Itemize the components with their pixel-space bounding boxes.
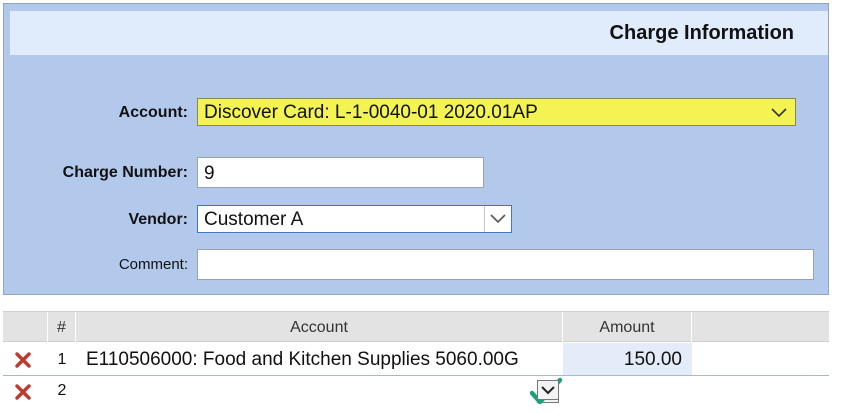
comment-label: Comment: xyxy=(118,256,188,273)
charge-number-input[interactable]: 9 xyxy=(197,157,484,188)
row-account-cell[interactable] xyxy=(76,377,563,410)
account-label: Account: xyxy=(118,104,188,121)
delete-row-button[interactable] xyxy=(3,377,48,410)
chevron-down-icon xyxy=(771,108,787,118)
table-row: 2 xyxy=(3,377,829,410)
account-select[interactable]: Discover Card: L-1-0040-01 2020.01AP xyxy=(197,98,796,126)
row-account-value: E110506000: Food and Kitchen Supplies 50… xyxy=(86,349,519,370)
row-number: 2 xyxy=(57,382,67,399)
header-amount: Amount xyxy=(563,312,692,343)
row-number: 1 xyxy=(57,351,67,368)
header-number: # xyxy=(48,312,76,343)
vendor-select[interactable]: Customer A xyxy=(197,205,512,233)
chevron-down-icon xyxy=(541,386,555,395)
delete-x-icon xyxy=(15,384,31,400)
panel-header: Charge Information xyxy=(10,11,828,55)
vendor-select-value: Customer A xyxy=(204,209,304,230)
delete-x-icon xyxy=(15,352,31,368)
account-select-value: Discover Card: L-1-0040-01 2020.01AP xyxy=(204,102,538,123)
comment-input[interactable] xyxy=(197,249,814,280)
chevron-down-icon xyxy=(490,214,506,224)
charge-number-label: Charge Number: xyxy=(62,164,188,181)
row-separator xyxy=(3,375,829,376)
row-account-dropdown[interactable] xyxy=(537,380,559,400)
vendor-label: Vendor: xyxy=(128,211,188,228)
header-blank xyxy=(692,312,829,343)
table-row: 1 E110506000: Food and Kitchen Supplies … xyxy=(3,343,829,405)
panel-title: Charge Information xyxy=(609,22,794,44)
vendor-dropdown-button[interactable] xyxy=(484,206,511,232)
charge-lines-grid: # Account Amount 1 E110506000: Food and … xyxy=(3,311,829,414)
header-account: Account xyxy=(76,312,563,343)
delete-row-button[interactable] xyxy=(3,343,48,376)
row-amount-cell[interactable] xyxy=(563,377,692,410)
row-amount-cell[interactable]: 150.00 xyxy=(563,343,692,376)
header-action-column xyxy=(3,312,48,343)
grid-header: # Account Amount xyxy=(3,311,829,343)
row-account-cell[interactable]: E110506000: Food and Kitchen Supplies 50… xyxy=(76,343,563,376)
